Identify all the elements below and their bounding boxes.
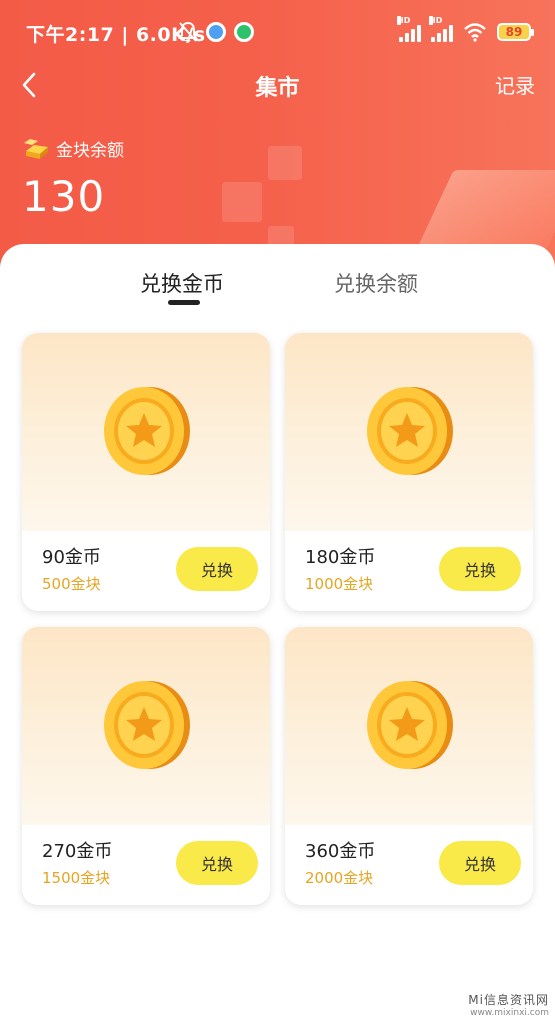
nav-bar: 集市 记录 — [0, 62, 555, 108]
coin-amount: 360金币 — [305, 841, 376, 862]
watermark: Mi信息资讯网 www.mixinxi.com — [468, 991, 549, 1018]
coin-amount: 180金币 — [305, 547, 376, 568]
tab-exchange-coins[interactable]: 兑换金币 — [140, 268, 224, 298]
signal-icon-2: HD — [429, 16, 453, 42]
exchange-card: 90金币 500金块 兑换 — [22, 333, 270, 611]
decor-square — [268, 146, 302, 180]
exchange-button[interactable]: 兑换 — [439, 841, 521, 885]
balance-label-row: 金块余额 — [22, 136, 124, 161]
exchange-card: 360金币 2000金块 兑换 — [285, 627, 533, 905]
gold-bar-decor — [416, 170, 555, 250]
gold-price: 1000金块 — [305, 575, 374, 593]
decor-square — [222, 182, 262, 222]
gold-price: 500金块 — [42, 575, 101, 593]
battery-icon: 89 — [497, 23, 534, 41]
gold-coin-icon — [104, 387, 190, 475]
gold-price: 1500金块 — [42, 869, 111, 887]
wechat-icon — [234, 22, 254, 42]
wifi-icon — [464, 23, 486, 42]
exchange-button[interactable]: 兑换 — [439, 547, 521, 591]
tab-indicator — [168, 300, 200, 305]
watermark-title: Mi信息资讯网 — [468, 993, 549, 1007]
exchange-card: 270金币 1500金块 兑换 — [22, 627, 270, 905]
gold-bar-icon — [24, 138, 48, 159]
coin-amount: 90金币 — [42, 547, 101, 568]
watermark-url: www.mixinxi.com — [470, 1008, 549, 1018]
bell-muted-icon — [178, 21, 198, 42]
status-bar: 下午2:17 | 6.0K/s HD HD 89 — [0, 0, 555, 64]
record-link[interactable]: 记录 — [495, 70, 535, 99]
exchange-button[interactable]: 兑换 — [176, 547, 258, 591]
app-notification-icon — [206, 22, 226, 42]
tab-exchange-balance[interactable]: 兑换余额 — [334, 268, 418, 298]
tab-bar: 兑换金币 兑换余额 — [0, 262, 555, 312]
exchange-button[interactable]: 兑换 — [176, 841, 258, 885]
page-title: 集市 — [255, 76, 300, 101]
coin-amount: 270金币 — [42, 841, 113, 862]
gold-price: 2000金块 — [305, 869, 374, 887]
balance-label: 金块余额 — [56, 141, 124, 161]
balance-value: 130 — [22, 172, 106, 221]
gold-coin-icon — [104, 681, 190, 769]
gold-coin-icon — [367, 387, 453, 475]
gold-coin-icon — [367, 681, 453, 769]
signal-icon: HD — [397, 16, 421, 42]
exchange-card: 180金币 1000金块 兑换 — [285, 333, 533, 611]
